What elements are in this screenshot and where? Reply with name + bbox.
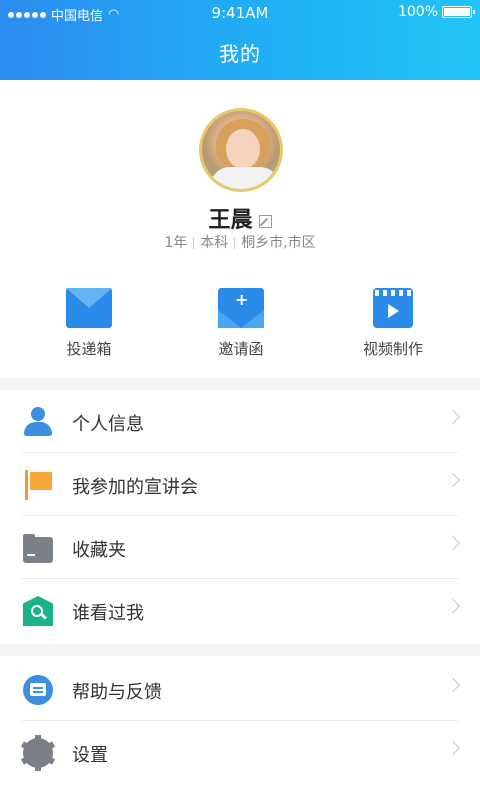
section-gap bbox=[0, 378, 480, 390]
profile-meta: 1年 本科 桐乡市,市区 bbox=[0, 232, 480, 252]
help-chat-icon bbox=[23, 675, 53, 705]
shortcut-label: 视频制作 bbox=[362, 340, 423, 358]
menu-item-who-viewed-me[interactable]: 谁看过我 bbox=[0, 579, 480, 642]
chevron-right-icon bbox=[445, 598, 461, 614]
shortcut-label: 投递箱 bbox=[66, 340, 112, 358]
shortcut-video[interactable]: 视频制作 bbox=[333, 288, 453, 359]
menu-item-personal-info[interactable]: 个人信息 bbox=[0, 390, 480, 453]
profile-degree: 本科 bbox=[200, 235, 229, 251]
invitation-icon: + bbox=[218, 288, 264, 328]
shortcut-bar: 投递箱 + 邀请函 视频制作 bbox=[0, 278, 480, 378]
shortcut-invitation[interactable]: + 邀请函 bbox=[181, 288, 301, 359]
battery-icon bbox=[442, 6, 475, 18]
profile-name-row: 王晨 bbox=[0, 202, 480, 234]
chevron-right-icon bbox=[445, 535, 461, 551]
battery-percent: 100% bbox=[397, 4, 438, 20]
top-header: 中国电信 ◠ 9:41AM 100% 我的 bbox=[0, 0, 480, 80]
chevron-right-icon bbox=[445, 740, 461, 756]
menu-group-main: 个人信息 我参加的宣讲会 收藏夹 谁看过我 bbox=[0, 390, 480, 642]
page-title: 我的 bbox=[219, 42, 261, 66]
menu-item-label: 设置 bbox=[72, 745, 108, 766]
divider bbox=[193, 237, 195, 249]
menu-item-my-seminars[interactable]: 我参加的宣讲会 bbox=[0, 453, 480, 516]
folder-icon bbox=[23, 533, 53, 563]
profile-section: 王晨 1年 本科 桐乡市,市区 bbox=[0, 80, 480, 260]
menu-item-settings[interactable]: 设置 bbox=[0, 721, 480, 784]
menu-item-favorites[interactable]: 收藏夹 bbox=[0, 516, 480, 579]
profile-name: 王晨 bbox=[208, 208, 253, 233]
menu-item-label: 收藏夹 bbox=[72, 540, 126, 561]
menu-item-help-feedback[interactable]: 帮助与反馈 bbox=[0, 658, 480, 721]
menu-item-label: 帮助与反馈 bbox=[72, 682, 162, 703]
chevron-right-icon bbox=[445, 472, 461, 488]
status-bar: 中国电信 ◠ 9:41AM 100% bbox=[0, 0, 480, 26]
gear-icon bbox=[20, 735, 56, 771]
viewer-search-icon bbox=[23, 596, 53, 626]
chevron-right-icon bbox=[445, 409, 461, 425]
menu-group-support: 帮助与反馈 设置 bbox=[0, 658, 480, 784]
menu-item-label: 我参加的宣讲会 bbox=[72, 477, 198, 498]
menu-item-label: 个人信息 bbox=[72, 414, 144, 435]
edit-icon[interactable] bbox=[258, 214, 272, 228]
shortcut-outbox[interactable]: 投递箱 bbox=[29, 288, 149, 359]
envelope-icon bbox=[66, 288, 112, 328]
profile-year: 1年 bbox=[164, 235, 188, 251]
video-icon bbox=[373, 288, 413, 328]
avatar[interactable] bbox=[199, 108, 283, 192]
divider bbox=[234, 237, 236, 249]
shortcut-label: 邀请函 bbox=[218, 340, 264, 358]
battery-status: 100% bbox=[397, 4, 475, 20]
section-gap bbox=[0, 644, 480, 656]
flag-icon bbox=[23, 470, 53, 500]
chevron-right-icon bbox=[445, 677, 461, 693]
profile-location: 桐乡市,市区 bbox=[241, 235, 316, 251]
menu-item-label: 谁看过我 bbox=[72, 603, 144, 624]
person-icon bbox=[23, 407, 53, 437]
